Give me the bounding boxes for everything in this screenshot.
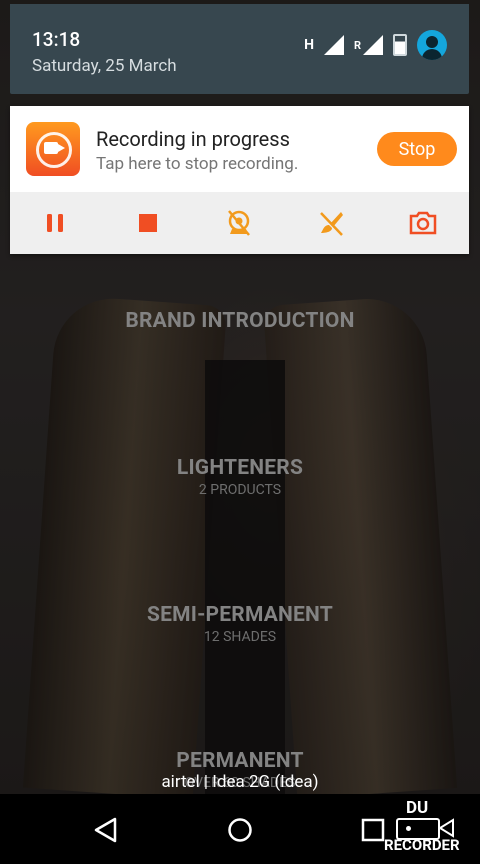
recents-icon <box>361 818 385 842</box>
user-avatar-icon[interactable] <box>417 30 447 60</box>
signal-icon <box>323 35 344 55</box>
home-button[interactable] <box>220 810 260 850</box>
camera-toggle-button[interactable] <box>216 200 262 246</box>
stop-button[interactable] <box>125 200 171 246</box>
menu-item-semi-permanent[interactable]: SEMI-PERMANENT 12 SHADES <box>0 603 480 645</box>
menu-item-subtitle: 2 PRODUCTS <box>198 482 282 498</box>
battery-icon <box>393 34 407 56</box>
clock: 13:18 <box>32 28 81 51</box>
back-button[interactable] <box>86 810 126 850</box>
menu-item-lighteners[interactable]: LIGHTENERS 2 PRODUCTS <box>0 456 480 498</box>
du-recorder-app-icon <box>26 122 80 176</box>
notification-subtitle: Tap here to stop recording. <box>96 154 299 174</box>
camera-off-icon <box>228 210 251 236</box>
notification-shade-header: 13:18 Saturday, 25 March H R <box>10 4 469 94</box>
menu-item-subtitle: 12 SHADES <box>203 629 277 645</box>
brush-toggle-button[interactable] <box>308 200 354 246</box>
menu-item-title: PERMANENT <box>176 749 304 773</box>
menu-item-title: BRAND INTRODUCTION <box>125 309 355 333</box>
notification-body[interactable]: Recording in progress Tap here to stop r… <box>10 106 469 192</box>
stop-icon <box>138 214 157 232</box>
pause-button[interactable] <box>33 200 79 246</box>
signal-roaming-icon <box>363 35 383 55</box>
date: Saturday, 25 March <box>32 56 177 76</box>
pause-icon <box>46 214 63 232</box>
stop-recording-button[interactable]: Stop <box>377 132 457 166</box>
brush-off-icon <box>320 212 344 236</box>
menu-item-title: LIGHTENERS <box>176 456 304 480</box>
watermark-line1: DU <box>406 798 429 818</box>
recording-notification[interactable]: Recording in progress Tap here to stop r… <box>10 106 469 254</box>
network-type: H <box>304 37 314 53</box>
menu-item-brand-introduction[interactable]: BRAND INTRODUCTION <box>0 309 480 333</box>
du-recorder-watermark: DU RECORDER <box>384 798 476 858</box>
status-icons: H R <box>304 30 447 60</box>
menu-item-title: SEMI-PERMANENT <box>147 603 333 627</box>
back-icon <box>94 817 117 843</box>
camera-lens-icon <box>440 818 454 838</box>
screenshot-icon <box>409 211 437 235</box>
home-icon <box>228 818 252 842</box>
screenshot-button[interactable] <box>400 200 446 246</box>
roaming-indicator: R <box>353 38 361 52</box>
carrier-label: airtel | Idea 2G (Idea) <box>161 772 319 792</box>
watermark-line2: RECORDER <box>384 836 460 854</box>
notification-title: Recording in progress <box>96 127 290 151</box>
notification-actions <box>10 192 469 254</box>
